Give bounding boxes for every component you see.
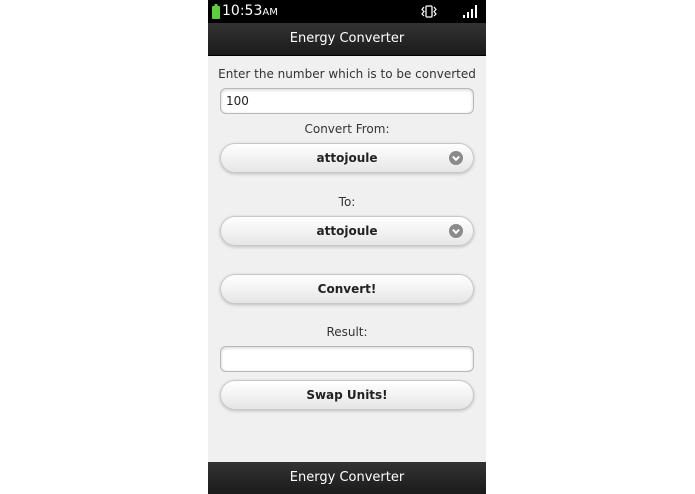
vibrate-icon <box>421 5 437 18</box>
input-label: Enter the number which is to be converte… <box>218 67 476 81</box>
swap-units-button[interactable]: Swap Units! <box>220 380 474 410</box>
convert-button[interactable]: Convert! <box>220 274 474 304</box>
battery-icon <box>212 4 220 19</box>
result-field[interactable] <box>220 346 474 372</box>
header-title: Energy Converter <box>208 23 486 56</box>
footer-title: Energy Converter <box>208 462 486 494</box>
number-input[interactable] <box>220 88 474 114</box>
convert-from-value: attojoule <box>316 151 378 165</box>
to-label: To: <box>338 195 356 209</box>
chevron-down-icon <box>449 151 463 165</box>
chevron-down-icon <box>449 224 463 238</box>
convert-to-value: attojoule <box>316 224 378 238</box>
convert-to-select[interactable]: attojoule <box>220 216 474 246</box>
signal-icon <box>463 5 477 18</box>
status-time: 10:53AM <box>222 3 278 19</box>
status-bar: 10:53AM <box>208 0 486 23</box>
convert-from-label: Convert From: <box>304 122 390 136</box>
phone-screen: 10:53AM Energy Converter Enter the numbe… <box>208 0 486 494</box>
convert-from-select[interactable]: attojoule <box>220 143 474 173</box>
status-ampm: AM <box>262 7 278 18</box>
result-label: Result: <box>326 325 368 339</box>
